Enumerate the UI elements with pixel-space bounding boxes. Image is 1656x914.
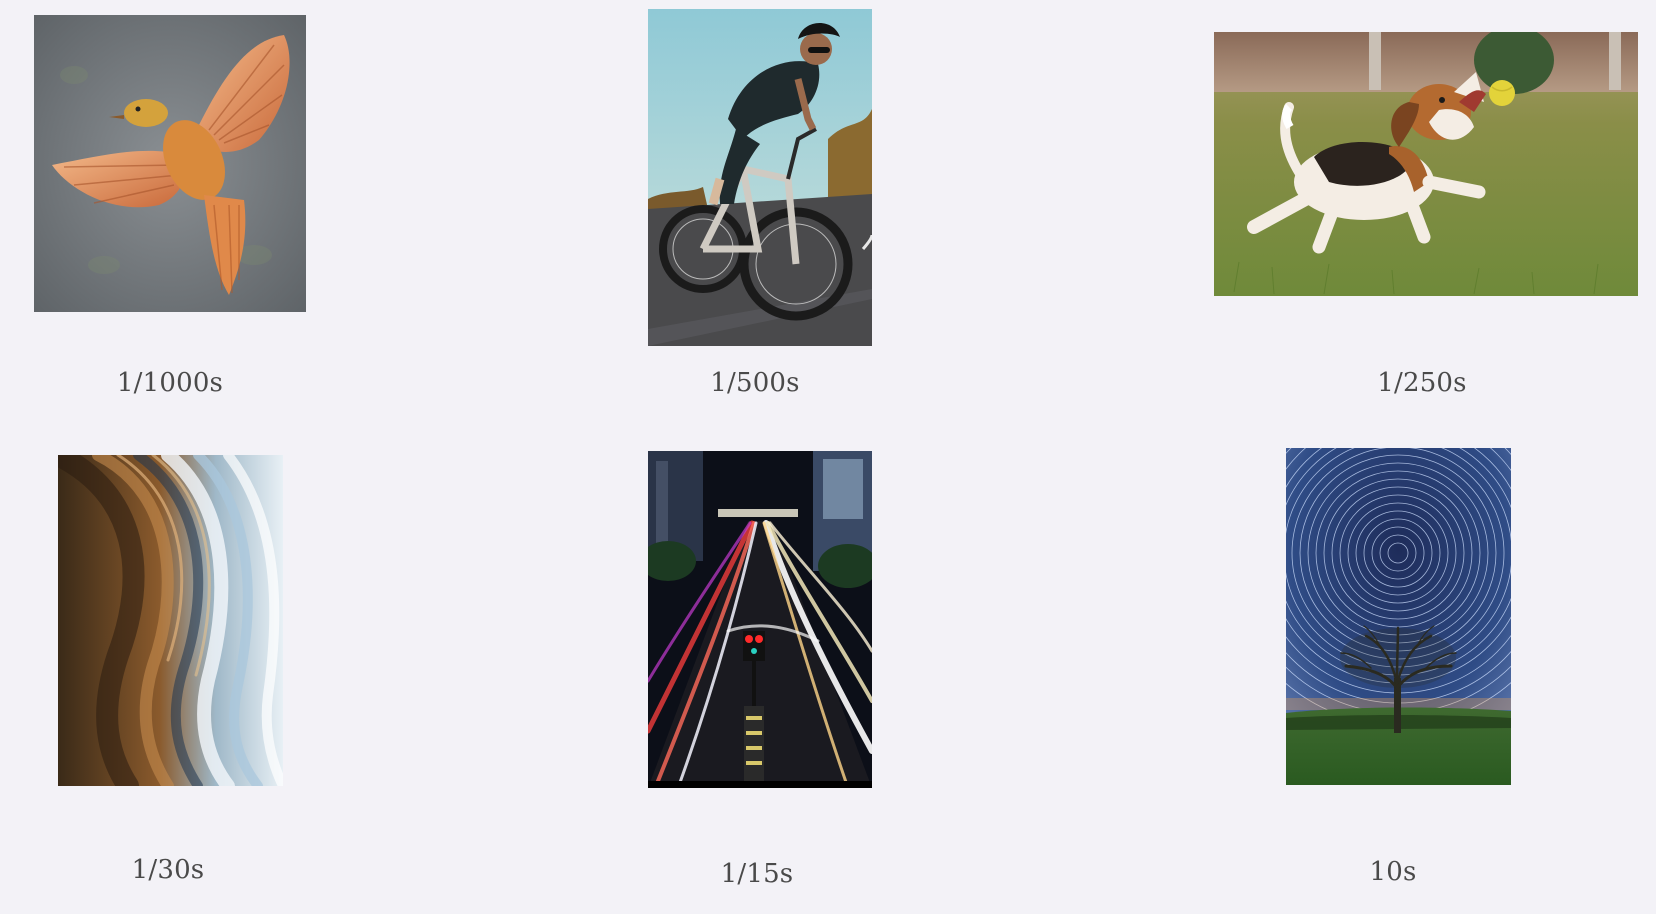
shutter-speed-caption: 1/500s [710, 368, 800, 398]
star-trails-tree-photo [1286, 448, 1511, 785]
blurred-waterfall-photo [58, 455, 283, 786]
shutter-speed-caption: 1/15s [720, 859, 794, 889]
shutter-speed-caption: 10s [1369, 857, 1417, 887]
shutter-speed-caption: 1/250s [1377, 368, 1467, 398]
city-light-trails-photo [648, 451, 872, 788]
road-cyclist-photo [648, 9, 872, 346]
beagle-chasing-ball-photo [1214, 32, 1638, 296]
shutter-speed-caption: 1/1000s [116, 368, 224, 398]
bird-in-flight-photo [34, 15, 306, 312]
shutter-speed-caption: 1/30s [131, 855, 205, 885]
